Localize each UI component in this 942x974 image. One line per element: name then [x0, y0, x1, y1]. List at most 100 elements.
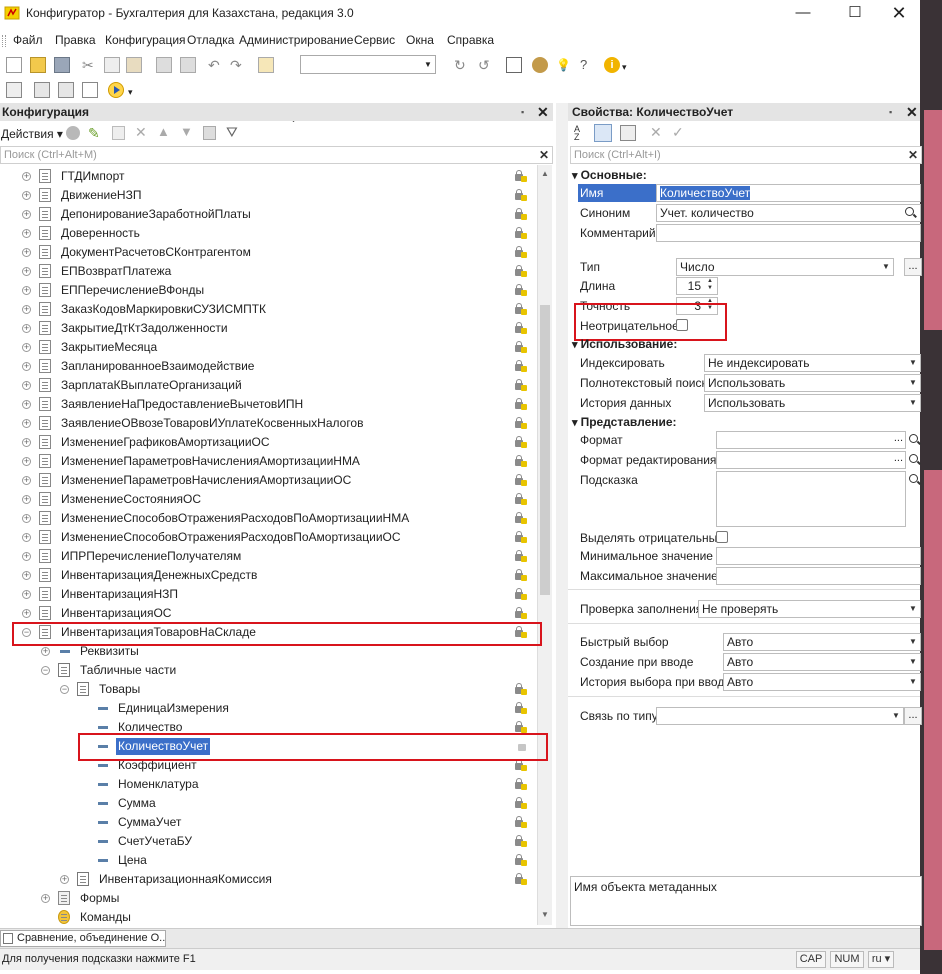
- clear-search-icon[interactable]: ✕: [539, 147, 549, 163]
- tree-row[interactable]: + ДвижениеНЗП: [0, 186, 537, 205]
- tree-row[interactable]: + ЕПВозвратПлатежа: [0, 262, 537, 281]
- tree-scrollbar[interactable]: ▲ ▼: [537, 165, 552, 925]
- highlight-neg-checkbox[interactable]: [716, 531, 728, 543]
- toolbar-more-icon[interactable]: ▾: [622, 57, 638, 73]
- expand-icon[interactable]: +: [22, 267, 31, 276]
- categories-icon[interactable]: [594, 124, 612, 142]
- scroll-down-icon[interactable]: ▼: [541, 910, 549, 919]
- menu-windows[interactable]: Окна: [406, 33, 434, 47]
- update-db-icon[interactable]: [58, 82, 74, 98]
- maximize-button[interactable]: ☐: [832, 0, 878, 28]
- windows-icon[interactable]: [506, 57, 522, 73]
- tree-row[interactable]: + ИзменениеСостоянияОС: [0, 490, 537, 509]
- search-combo-input[interactable]: ▼: [300, 55, 436, 74]
- scroll-up-icon[interactable]: ▲: [541, 169, 549, 178]
- db-config-icon[interactable]: [34, 82, 50, 98]
- expand-icon[interactable]: +: [22, 400, 31, 409]
- expand-icon[interactable]: +: [22, 552, 31, 561]
- hint-textarea[interactable]: [716, 471, 906, 527]
- undo-icon[interactable]: ↶: [208, 57, 224, 73]
- right-panel-close-icon[interactable]: ✕: [906, 103, 918, 121]
- quickchoice-select[interactable]: Авто ▼: [723, 633, 921, 651]
- sort-icon[interactable]: [203, 126, 216, 140]
- find-prev-icon[interactable]: ↺: [478, 57, 494, 73]
- menu-administration[interactable]: Администрирование: [239, 33, 353, 47]
- menu-help[interactable]: Справка: [447, 33, 494, 47]
- panel-splitter[interactable]: [556, 103, 568, 928]
- tree-row[interactable]: + ИПРПеречислениеПолучателям: [0, 547, 537, 566]
- search-icon[interactable]: [904, 206, 918, 220]
- linkbytype-ellipsis-button[interactable]: ...: [904, 707, 922, 725]
- linkbytype-field[interactable]: ▼: [656, 707, 904, 725]
- expand-icon[interactable]: +: [22, 191, 31, 200]
- expand-icon[interactable]: +: [22, 210, 31, 219]
- print-icon[interactable]: [156, 57, 172, 73]
- synonym-field[interactable]: Учет. количество: [656, 204, 921, 222]
- syntax-helper-icon[interactable]: 💡: [556, 57, 572, 73]
- tree-row[interactable]: + ИзменениеПараметровНачисленияАмортизаци…: [0, 452, 537, 471]
- length-field[interactable]: 15 ▲ ▼: [676, 277, 718, 295]
- expand-icon[interactable]: +: [41, 894, 50, 903]
- tree-row[interactable]: Сумма: [0, 794, 537, 813]
- expand-icon[interactable]: +: [22, 476, 31, 485]
- print-preview-icon[interactable]: [180, 57, 196, 73]
- tree-row[interactable]: − Товары: [0, 680, 537, 699]
- tree-row[interactable]: + Формы: [0, 889, 537, 908]
- tree-row[interactable]: + ИнвентаризацияДенежныхСредств: [0, 566, 537, 585]
- tree-row[interactable]: + ЗапланированноеВзаимодействие: [0, 357, 537, 376]
- dropdown-arrow-icon[interactable]: ▼: [889, 708, 903, 724]
- find-in-module-icon[interactable]: [258, 57, 274, 73]
- run-dropdown-icon[interactable]: ▾: [128, 82, 144, 98]
- expand-icon[interactable]: +: [22, 590, 31, 599]
- section-usage[interactable]: Использование:: [572, 337, 678, 351]
- dropdown-arrow-icon[interactable]: ▼: [906, 375, 920, 391]
- tree-row[interactable]: + ДепонированиеЗаработнойПлаты: [0, 205, 537, 224]
- tree-row[interactable]: − Табличные части: [0, 661, 537, 680]
- format-field[interactable]: ...: [716, 431, 906, 449]
- format-ellipsis-icon[interactable]: ...: [894, 432, 903, 446]
- move-down-icon[interactable]: ▼: [180, 124, 193, 139]
- add-icon[interactable]: [66, 126, 80, 140]
- help-icon[interactable]: ?: [580, 57, 596, 73]
- search-icon[interactable]: [908, 473, 922, 487]
- dropdown-arrow-icon[interactable]: ▼: [906, 355, 920, 371]
- choicehistory-select[interactable]: Авто ▼: [723, 673, 921, 691]
- tree-row[interactable]: + ЗарплатаКВыплатеОрганизаций: [0, 376, 537, 395]
- expand-icon[interactable]: +: [22, 514, 31, 523]
- expand-icon[interactable]: +: [60, 875, 69, 884]
- pin-icon[interactable]: ▪: [889, 103, 892, 121]
- dropdown-arrow-icon[interactable]: ▼: [421, 56, 435, 73]
- open-folder-icon[interactable]: [30, 57, 46, 73]
- section-basic[interactable]: Основные:: [572, 168, 647, 182]
- max-field[interactable]: [716, 567, 921, 585]
- info-icon[interactable]: i: [604, 57, 620, 73]
- tree-row[interactable]: + ИнвентаризационнаяКомиссия: [0, 870, 537, 889]
- left-panel-close-icon[interactable]: ✕: [537, 103, 549, 121]
- expand-icon[interactable]: +: [22, 172, 31, 181]
- tree-row[interactable]: + ИнвентаризацияОС: [0, 604, 537, 623]
- dropdown-arrow-icon[interactable]: ▼: [906, 674, 920, 690]
- tree-row[interactable]: + ГТДИмпорт: [0, 167, 537, 186]
- dropdown-arrow-icon[interactable]: ▼: [906, 654, 920, 670]
- createoninput-select[interactable]: Авто ▼: [723, 653, 921, 671]
- tree-row[interactable]: + ЗаявлениеНаПредоставлениеВычетовИПН: [0, 395, 537, 414]
- expand-icon[interactable]: +: [22, 533, 31, 542]
- menu-service[interactable]: Сервис: [354, 33, 395, 47]
- new-file-icon[interactable]: [6, 57, 22, 73]
- edit-pencil-icon[interactable]: ✎: [88, 125, 100, 142]
- expand-icon[interactable]: +: [22, 381, 31, 390]
- comment-field[interactable]: [656, 224, 921, 242]
- expand-icon[interactable]: +: [22, 324, 31, 333]
- collapse-icon[interactable]: −: [41, 666, 50, 675]
- paste-icon[interactable]: [126, 57, 142, 73]
- expand-icon[interactable]: +: [22, 248, 31, 257]
- cut-icon[interactable]: ✂: [82, 57, 98, 73]
- config-tree-icon[interactable]: [6, 82, 22, 98]
- expand-icon[interactable]: +: [22, 495, 31, 504]
- index-select[interactable]: Не индексировать ▼: [704, 354, 921, 372]
- tree-row[interactable]: СчетУчетаБУ: [0, 832, 537, 851]
- actions-menu[interactable]: Действия ▾: [1, 127, 63, 141]
- pin-icon[interactable]: ▪: [521, 103, 524, 121]
- section-presentation[interactable]: Представление:: [572, 415, 677, 429]
- tree-row[interactable]: Цена: [0, 851, 537, 870]
